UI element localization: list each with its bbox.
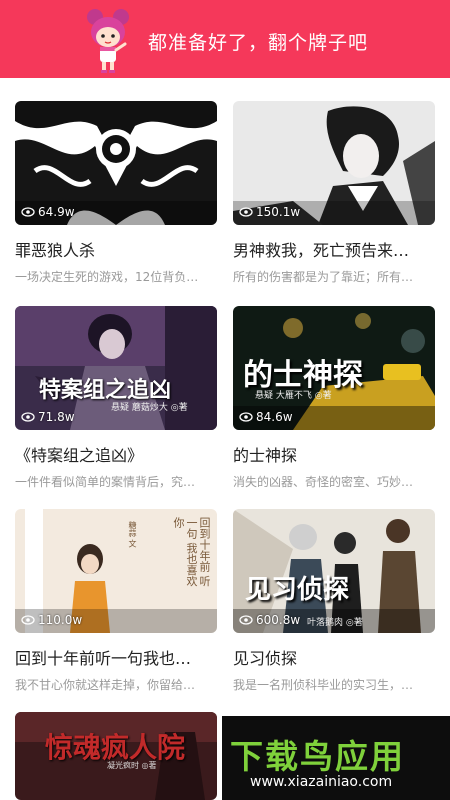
story-desc: 我是一名刑侦科毕业的实习生，… xyxy=(233,678,414,692)
eye-icon xyxy=(21,412,35,422)
eye-icon xyxy=(239,412,253,422)
view-count: 150.1w xyxy=(239,205,300,219)
story-title[interactable]: 回到十年前听一句我也… xyxy=(15,645,217,669)
view-count-value: 600.8w xyxy=(256,613,301,627)
story-desc: 我不甘心你就这样走掉，你留给… xyxy=(15,678,196,692)
view-count-value: 150.1w xyxy=(256,205,301,219)
watermark-url: www.xiazainiao.com xyxy=(250,774,393,790)
story-cover[interactable]: 150.1w xyxy=(233,101,435,225)
story-desc: 所有的伤害都是为了靠近；所有… xyxy=(233,270,414,284)
cover-author: 叶落鹅肉 ◎著 xyxy=(307,618,363,628)
watermark-banner: 下载鸟应用 www.xiazainiao.com xyxy=(222,716,450,800)
story-cover[interactable]: 见习侦探 叶落鹅肉 ◎著 600.8w xyxy=(233,509,435,633)
view-count: 64.9w xyxy=(21,205,75,219)
story-title[interactable]: 罪恶狼人杀 xyxy=(15,237,217,261)
cover-title: 回到十年前 听一句 我也喜欢你 xyxy=(172,517,211,587)
eye-icon xyxy=(239,615,253,625)
header-title: 都准备好了，翻个牌子吧 xyxy=(148,32,369,54)
story-card[interactable]: 64.9w 罪恶狼人杀 一场决定生死的游戏，12位背负… xyxy=(15,101,217,285)
top-banner: 都准备好了，翻个牌子吧 xyxy=(0,0,450,78)
view-count: 110.0w xyxy=(21,613,82,627)
story-cover[interactable]: 特案组之追凶 悬疑 蘑菇炒大 ◎著 71.8w xyxy=(15,306,217,430)
story-card[interactable]: 150.1w 男神救我，死亡预告来… 所有的伤害都是为了靠近；所有… xyxy=(233,101,435,285)
view-count-value: 64.9w xyxy=(38,205,75,219)
eye-icon xyxy=(21,615,35,625)
story-desc: 一场决定生死的游戏，12位背负… xyxy=(15,270,199,284)
cover-author: 悬疑 蘑菇炒大 ◎著 xyxy=(111,403,188,413)
story-card[interactable]: 见习侦探 叶落鹅肉 ◎著 600.8w 见习侦探 我是一名刑侦科毕业的实习生，… xyxy=(233,509,435,693)
cover-author: 凝光疯时 ◎著 xyxy=(107,761,157,770)
story-title[interactable]: 男神救我，死亡预告来… xyxy=(233,237,435,261)
view-count: 600.8w xyxy=(239,613,300,627)
cover-author: 糖蒜 文 xyxy=(128,521,137,548)
story-title[interactable]: 见习侦探 xyxy=(233,645,435,669)
cover-author: 悬疑 大雁不飞 ◎著 xyxy=(255,391,332,401)
story-title[interactable]: 《特案组之追凶》 xyxy=(15,442,217,466)
eye-icon xyxy=(21,207,35,217)
view-count: 84.6w xyxy=(239,410,293,424)
eye-icon xyxy=(239,207,253,217)
story-card[interactable]: 惊魂疯人院 凝光疯时 ◎著 xyxy=(15,712,217,800)
view-count-value: 84.6w xyxy=(256,410,293,424)
story-card[interactable]: 的士神探 悬疑 大雁不飞 ◎著 84.6w 的士神探 消失的凶器、奇怪的密室、巧… xyxy=(233,306,435,490)
watermark-logo-text: 下载鸟应用 xyxy=(230,737,405,776)
cover-title: 见习侦探 xyxy=(245,575,350,605)
story-desc: 一件件看似简单的案情背后，究… xyxy=(15,475,196,489)
story-cover[interactable]: 回到十年前 听一句 我也喜欢你 糖蒜 文 110.0w xyxy=(15,509,217,633)
story-card[interactable]: 回到十年前 听一句 我也喜欢你 糖蒜 文 110.0w 回到十年前听一句我也… … xyxy=(15,509,217,693)
story-cover[interactable]: 惊魂疯人院 凝光疯时 ◎著 xyxy=(15,712,217,800)
story-desc: 消失的凶器、奇怪的密室、巧妙… xyxy=(233,475,414,489)
view-count: 71.8w xyxy=(21,410,75,424)
story-cover[interactable]: 的士神探 悬疑 大雁不飞 ◎著 84.6w xyxy=(233,306,435,430)
story-card[interactable]: 特案组之追凶 悬疑 蘑菇炒大 ◎著 71.8w 《特案组之追凶》 一件件看似简单… xyxy=(15,306,217,490)
cartoon-girl-mascot-icon xyxy=(87,9,129,73)
view-count-value: 110.0w xyxy=(38,613,83,627)
story-title[interactable]: 的士神探 xyxy=(233,442,435,466)
story-cover[interactable]: 64.9w xyxy=(15,101,217,225)
view-count-value: 71.8w xyxy=(38,410,75,424)
